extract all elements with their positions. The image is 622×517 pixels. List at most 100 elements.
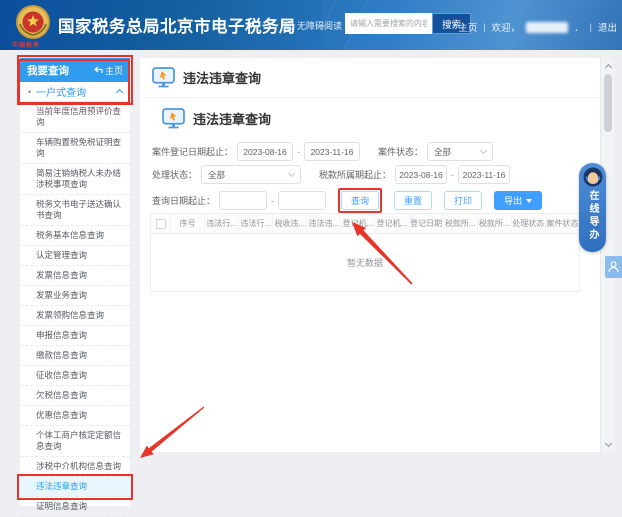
case-status-select[interactable]: 全部 xyxy=(427,142,493,161)
sidebar-item[interactable]: 欠税信息查询 xyxy=(20,386,130,406)
back-home-link[interactable]: 主页 xyxy=(94,64,123,77)
tax-period-to-input[interactable]: 2023-11-16 xyxy=(458,165,510,184)
contact-widget[interactable] xyxy=(605,256,622,278)
scroll-down-button[interactable] xyxy=(601,438,615,451)
sidebar-item[interactable]: 申报信息查询 xyxy=(20,326,130,346)
sidebar-item[interactable]: 证明信息查询 xyxy=(20,497,130,517)
accessibility-toggle[interactable]: 无障碍阅读 xyxy=(285,19,342,32)
welcome-suffix: ． xyxy=(574,20,584,34)
export-button[interactable]: 导出 xyxy=(494,191,542,210)
header-search xyxy=(345,13,432,34)
range-separator: - xyxy=(271,196,274,206)
sidebar-item[interactable]: 优惠信息查询 xyxy=(20,406,130,426)
table-header-row: 序号 违法行... 违法行... 税收违... xyxy=(151,214,579,234)
case-status-label: 案件状态： xyxy=(378,145,423,158)
range-separator: - xyxy=(297,147,300,157)
chevron-down-icon xyxy=(480,147,487,154)
case-date-from-input[interactable]: 2023-08-16 xyxy=(237,142,293,161)
case-date-to-input[interactable]: 2023-11-16 xyxy=(304,142,360,161)
sidebar-item[interactable]: 当前年度信用预评价查询 xyxy=(20,102,130,133)
section-title: 违法违章查询 xyxy=(193,109,271,128)
person-icon xyxy=(608,261,619,273)
query-button[interactable]: 查询 xyxy=(341,191,379,210)
chevron-up-icon xyxy=(604,63,611,70)
select-all-checkbox[interactable] xyxy=(156,219,166,229)
sidebar-item[interactable]: 发票业务查询 xyxy=(20,286,130,306)
form-row-query-date: 查询日期起止： - 查询 重置 打印 导出 xyxy=(152,188,542,213)
sidebar-item[interactable]: 车辆购置税免税证明查询 xyxy=(20,133,130,164)
results-table: 序号 违法行... 违法行... 税收违... xyxy=(150,213,580,292)
print-button[interactable]: 打印 xyxy=(444,191,482,210)
table-column-header: 处理状态 xyxy=(512,214,546,233)
sidebar-title: 我要查询 xyxy=(27,63,69,78)
scrollbar-thumb[interactable] xyxy=(604,74,612,132)
redacted-username xyxy=(526,22,568,33)
page-title: 违法违章查询 xyxy=(183,68,261,87)
table-column-header: 案件状态 xyxy=(546,214,579,233)
reset-button[interactable]: 重置 xyxy=(394,191,432,210)
accessibility-label: 无障碍阅读 xyxy=(297,19,342,32)
logo-caption: 中国税务 xyxy=(12,40,40,49)
accessibility-icon xyxy=(285,21,294,30)
sidebar-item[interactable]: 税务基本信息查询 xyxy=(20,226,130,246)
sidebar: 我要查询 主页 • 一户式查询 当前年度信用预评价查询 xyxy=(20,58,130,506)
online-guide-widget[interactable]: 在线导办 xyxy=(579,163,606,252)
range-separator: - xyxy=(451,170,454,180)
assistant-avatar-icon xyxy=(583,167,603,187)
chevron-down-icon xyxy=(288,170,295,177)
query-date-label: 查询日期起止： xyxy=(152,194,215,207)
site-title: 国家税务总局北京市电子税务局 xyxy=(58,13,296,37)
case-date-label: 案件登记日期起止： xyxy=(152,145,233,158)
sidebar-item[interactable]: 个体工商户核定定额信息查询 xyxy=(20,426,130,457)
tax-period-label: 税款所属期起止： xyxy=(319,168,391,181)
sidebar-header: 我要查询 主页 xyxy=(20,58,130,82)
select-all-cell xyxy=(151,214,171,233)
sidebar-item[interactable]: 发票信息查询 xyxy=(20,266,130,286)
main-panel: 违法违章查询 违法违章查询 案件登记日期起止： 2023-08-16 - 202… xyxy=(140,58,600,452)
logout-link[interactable]: 退出 xyxy=(598,20,617,34)
return-arrow-icon xyxy=(94,66,103,74)
search-button[interactable]: 搜索 xyxy=(432,13,471,34)
sidebar-item[interactable]: 简易注销纳税人未办结涉税事项查询 xyxy=(20,164,130,195)
divider: | xyxy=(483,22,485,32)
table-column-header: 登记日期 xyxy=(410,214,444,233)
top-header: 中国税务 国家税务总局北京市电子税务局 无障碍阅读 搜索 主页 | 欢迎， ． … xyxy=(0,0,622,50)
sidebar-menu: 当前年度信用预评价查询 车辆购置税免税证明查询 简易注销纳税人未办结涉税事项查询… xyxy=(20,102,130,517)
handle-status-select[interactable]: 全部 xyxy=(201,165,301,184)
table-column-header: 登记机... xyxy=(341,214,375,233)
national-emblem-logo-icon xyxy=(15,4,51,40)
page: 中国税务 国家税务总局北京市电子税务局 无障碍阅读 搜索 主页 | 欢迎， ． … xyxy=(0,0,622,506)
tax-period-from-input[interactable]: 2023-08-16 xyxy=(395,165,447,184)
sidebar-item[interactable]: 税务文书电子送达确认书查询 xyxy=(20,195,130,226)
sidebar-item[interactable]: 认定管理查询 xyxy=(20,246,130,266)
table-empty-state: 暂无数据 xyxy=(151,234,579,291)
sidebar-group-toggle[interactable]: • 一户式查询 xyxy=(20,82,130,102)
sidebar-item[interactable]: 发票领购信息查询 xyxy=(20,306,130,326)
bullet-icon: • xyxy=(28,87,31,97)
search-input[interactable] xyxy=(345,13,432,34)
annotation-box-query-button: 查询 xyxy=(338,188,382,213)
scroll-up-button[interactable] xyxy=(601,59,615,72)
table-column-header: 登记机... xyxy=(375,214,409,233)
sidebar-item[interactable]: 涉税中介机构信息查询 xyxy=(20,457,130,477)
triangle-down-icon xyxy=(526,199,532,203)
sidebar-item[interactable]: 缴款信息查询 xyxy=(20,346,130,366)
vertical-scrollbar[interactable] xyxy=(600,58,614,452)
table-column-header: 违法违... xyxy=(307,214,341,233)
page-title-row: 违法违章查询 xyxy=(140,58,600,98)
sidebar-item[interactable]: 征收信息查询 xyxy=(20,366,130,386)
online-guide-label: 在线导办 xyxy=(585,190,600,242)
sidebar-top-group: 我要查询 主页 • 一户式查询 xyxy=(20,58,130,102)
table-column-header: 税款所... xyxy=(478,214,512,233)
form-row-case-date: 案件登记日期起止： 2023-08-16 - 2023-11-16 案件状态： … xyxy=(152,142,493,161)
home-link[interactable]: 主页 xyxy=(458,20,477,34)
header-links: 主页 | 欢迎， ． | 退出 xyxy=(458,20,617,34)
divider: | xyxy=(590,22,592,32)
sidebar-group-label: 一户式查询 xyxy=(36,84,86,99)
table-columns: 序号 违法行... 违法行... 税收违... xyxy=(171,214,579,233)
table-column-header: 序号 xyxy=(171,214,205,233)
query-date-from-input[interactable] xyxy=(219,191,267,210)
chevron-up-icon xyxy=(116,89,123,96)
query-date-to-input[interactable] xyxy=(278,191,326,210)
sidebar-item[interactable]: 违法违章查询 xyxy=(20,477,130,497)
